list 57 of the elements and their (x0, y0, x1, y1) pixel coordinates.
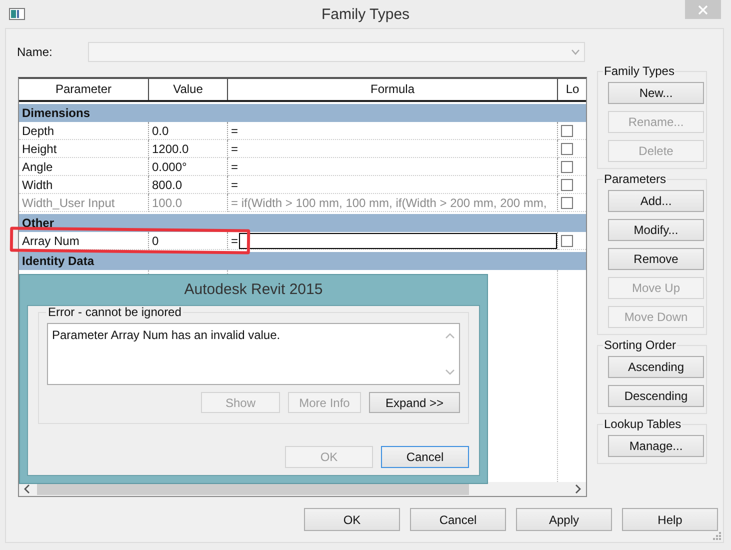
lock-checkbox[interactable] (561, 178, 573, 190)
group-title: Parameters (603, 173, 668, 186)
column-header[interactable]: Formula (228, 79, 558, 100)
side-button[interactable]: Manage... (608, 435, 704, 457)
dialog-button[interactable]: Help (622, 508, 718, 531)
side-button[interactable]: New... (608, 82, 704, 104)
formula-cell[interactable]: = (231, 176, 238, 193)
dialog-button[interactable]: Expand >> (369, 392, 460, 413)
column-header[interactable]: Lo (558, 79, 586, 100)
formula-cell[interactable]: = (231, 140, 238, 157)
error-group-title: Error - cannot be ignored (46, 306, 184, 319)
group-title: Sorting Order (603, 339, 678, 352)
side-button[interactable]: Remove (608, 248, 704, 270)
close-icon (698, 4, 708, 14)
group-header[interactable]: Identity Data (19, 252, 586, 270)
formula-cell[interactable]: = (231, 158, 238, 175)
error-dialog-title: Autodesk Revit 2015 (183, 280, 324, 300)
dialog-button[interactable]: OK (304, 508, 400, 531)
resize-grip-icon[interactable] (712, 531, 722, 541)
side-button[interactable]: Add... (608, 190, 704, 212)
error-message: Parameter Array Num has an invalid value. (52, 328, 280, 344)
lock-checkbox[interactable] (561, 234, 573, 246)
parameter-cell[interactable]: Array Num (19, 232, 149, 250)
side-button[interactable]: Descending (608, 385, 704, 407)
value-cell[interactable]: 0 (149, 232, 228, 250)
dialog-button[interactable]: Cancel (410, 508, 506, 531)
dialog-button[interactable]: Cancel (381, 446, 469, 468)
formula-cell[interactable]: = (231, 232, 238, 249)
formula-input[interactable] (239, 232, 557, 248)
group-title: Lookup Tables (603, 418, 682, 431)
group-title: Family Types (603, 65, 676, 78)
group-header[interactable]: Dimensions (19, 104, 586, 122)
value-cell[interactable]: 1200.0 (149, 140, 228, 158)
parameter-cell[interactable]: Depth (19, 122, 149, 140)
value-cell[interactable]: 0.000° (149, 158, 228, 176)
parameter-cell[interactable]: Width (19, 176, 149, 194)
value-cell[interactable]: 800.0 (149, 176, 228, 194)
scroll-thumb[interactable] (37, 483, 469, 495)
scroll-left-icon[interactable] (23, 484, 31, 494)
parameter-cell[interactable]: Height (19, 140, 149, 158)
side-button[interactable]: Ascending (608, 356, 704, 378)
side-button[interactable]: Modify... (608, 219, 704, 241)
scroll-right-icon[interactable] (574, 484, 582, 494)
lock-checkbox[interactable] (561, 142, 573, 154)
window-title: Family Types (321, 6, 410, 22)
lock-checkbox[interactable] (561, 124, 573, 136)
value-cell[interactable]: 0.0 (149, 122, 228, 140)
column-header[interactable]: Parameter (19, 79, 149, 100)
column-header[interactable]: Value (149, 79, 228, 100)
parameter-cell[interactable]: Angle (19, 158, 149, 176)
chevron-down-icon (571, 49, 580, 55)
lock-checkbox[interactable] (561, 160, 573, 172)
name-label: Name: (17, 45, 54, 59)
app-icon (9, 8, 25, 20)
formula-cell[interactable]: = (231, 122, 238, 139)
group-header[interactable]: Other (19, 214, 586, 232)
dialog-button[interactable]: Apply (516, 508, 612, 531)
